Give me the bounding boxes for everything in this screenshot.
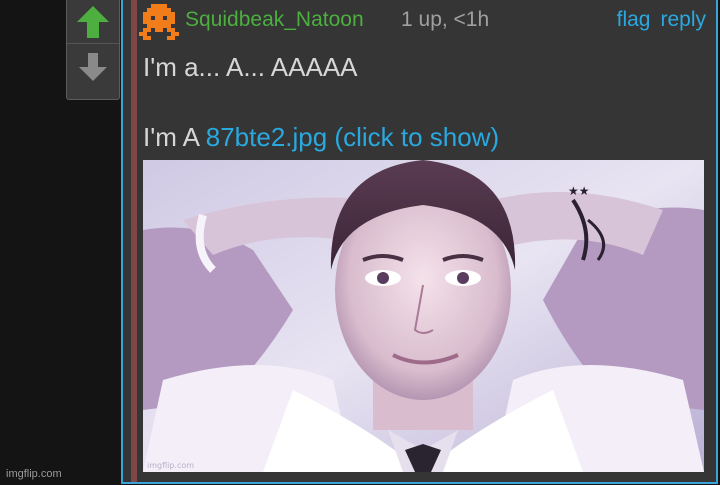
- comment-text-prefix: I'm A: [143, 122, 206, 152]
- page-watermark: imgflip.com: [6, 468, 62, 480]
- svg-text:★★: ★★: [568, 184, 590, 198]
- reply-link[interactable]: reply: [660, 8, 706, 32]
- flag-link[interactable]: flag: [617, 8, 651, 32]
- upvote-button[interactable]: [67, 0, 119, 44]
- comment-accent-bar: [131, 0, 137, 482]
- avatar[interactable]: [139, 4, 179, 44]
- comment-text-line-2: I'm A 87bte2.jpg (click to show): [143, 122, 499, 153]
- comment-actions: flag reply: [617, 8, 706, 32]
- downvote-button[interactable]: [67, 45, 119, 89]
- comment-image[interactable]: ★★ imgflip.com: [143, 160, 704, 472]
- comment-card: Squidbeak_Natoon 1 up, <1h flag reply I'…: [121, 0, 718, 484]
- portrait-photo: ★★ imgflip.com: [143, 160, 704, 472]
- comment-username[interactable]: Squidbeak_Natoon: [185, 8, 364, 32]
- comment-header: Squidbeak_Natoon 1 up, <1h flag reply: [139, 4, 706, 40]
- arrow-up-icon: [77, 5, 109, 38]
- image-file-link[interactable]: 87bte2.jpg (click to show): [206, 122, 499, 152]
- comment-meta: 1 up, <1h: [401, 8, 490, 31]
- vote-column: [66, 0, 120, 100]
- arrow-down-icon: [79, 53, 107, 81]
- comment-text-line-1: I'm a... A... AAAAA: [143, 52, 358, 82]
- image-watermark: imgflip.com: [147, 461, 194, 470]
